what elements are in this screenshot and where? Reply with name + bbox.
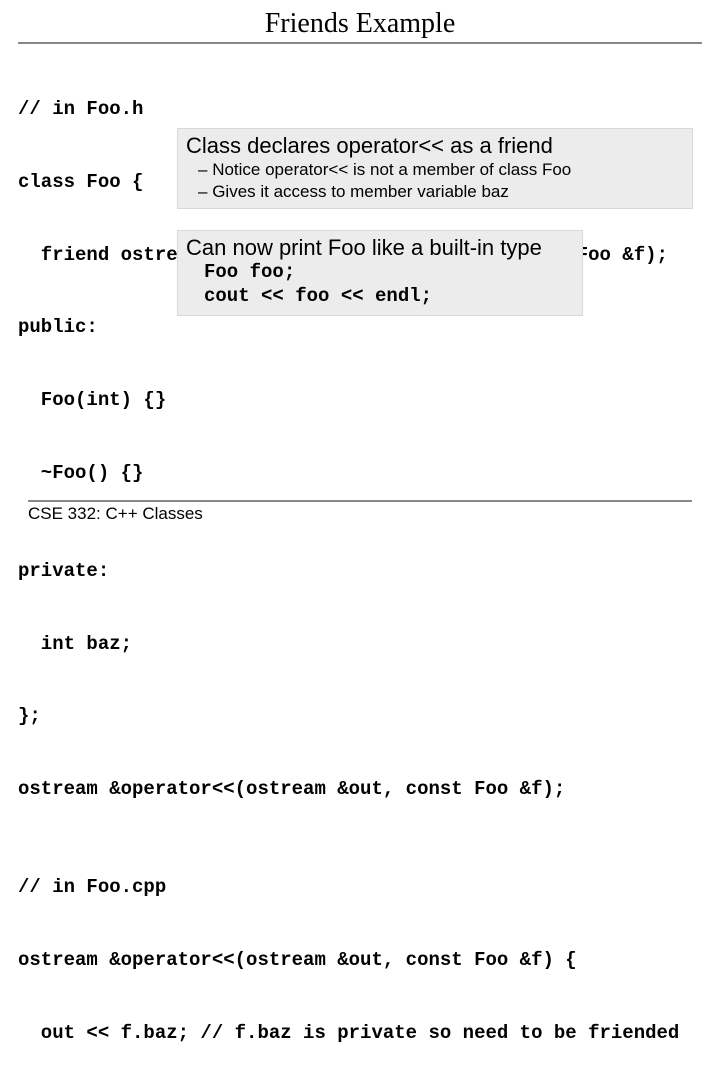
code-line: private: [18,559,702,583]
annotation-heading: Can now print Foo like a built-in type [186,235,574,261]
slide-footer: CSE 332: C++ Classes [28,500,692,524]
annotation-subpoint: Notice operator<< is not a member of cla… [186,159,684,180]
code-line: ~Foo() {} [18,461,702,485]
title-rule [18,42,702,44]
code-line: ostream &operator<<(ostream &out, const … [18,777,702,801]
code-line: // in Foo.h [18,97,702,121]
code-line: out << f.baz; // f.baz is private so nee… [18,1021,702,1045]
annotation-friend-declaration: Class declares operator<< as a friend No… [177,128,693,209]
annotation-code-line: cout << foo << endl; [186,285,574,309]
annotation-print-usage: Can now print Foo like a built-in type F… [177,230,583,316]
footer-rule [28,500,692,502]
code-line: ostream &operator<<(ostream &out, const … [18,948,702,972]
code-line: public: [18,315,702,339]
footer-text: CSE 332: C++ Classes [28,504,203,523]
code-line: // in Foo.cpp [18,875,702,899]
annotation-subpoint: Gives it access to member variable baz [186,181,684,202]
slide: Friends Example // in Foo.h class Foo { … [0,0,720,540]
code-line: }; [18,704,702,728]
code-line: Foo(int) {} [18,388,702,412]
annotation-heading: Class declares operator<< as a friend [186,133,684,159]
annotation-code-line: Foo foo; [186,261,574,285]
code-line: int baz; [18,632,702,656]
slide-title: Friends Example [18,8,702,40]
